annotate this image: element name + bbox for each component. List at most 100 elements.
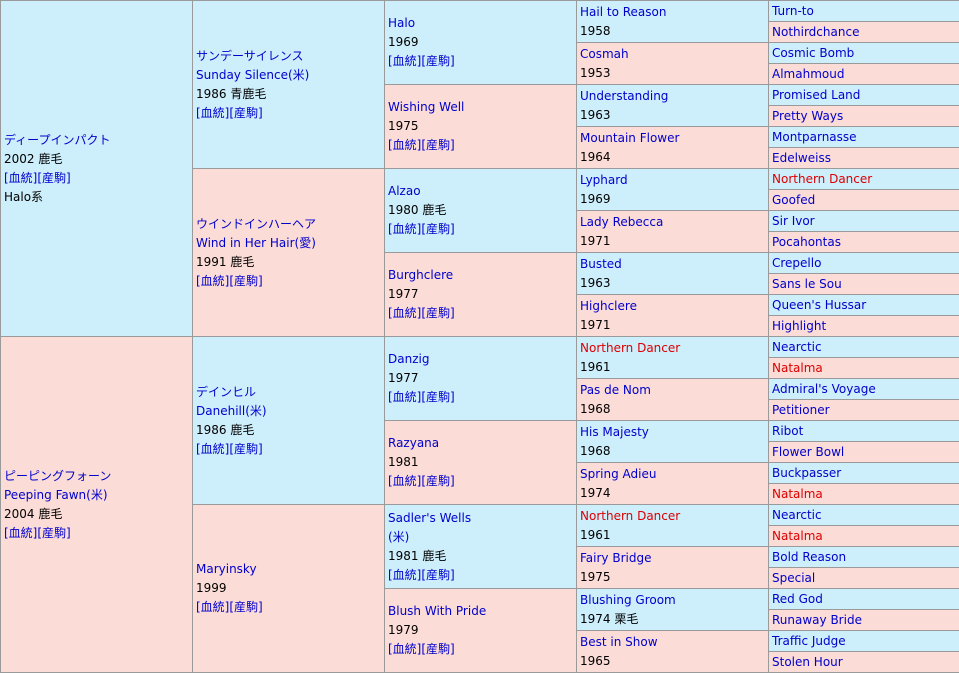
gen3-en-link[interactable]: (米) xyxy=(388,528,576,547)
gen2-name-link[interactable]: Maryinsky xyxy=(196,560,384,579)
gen5-name-link[interactable]: Sir Ivor xyxy=(772,214,815,228)
gen3-cell-212: Razyana 1981 [血統][産駒] xyxy=(384,420,577,505)
gen3-cell-112: Wishing Well 1975 [血統][産駒] xyxy=(384,84,577,169)
gen4-year: 1961 xyxy=(580,359,611,374)
gen4-cell-0: Hail to Reason 1958 xyxy=(576,0,769,43)
gen5-name-link[interactable]: Montparnasse xyxy=(772,130,857,144)
gen2-en-link[interactable]: Sunday Silence(米) xyxy=(196,66,384,85)
gen4-year: 1975 xyxy=(580,569,611,584)
gen5-name-link[interactable]: Natalma xyxy=(772,361,823,375)
dam-en-link[interactable]: Peeping Fawn(米) xyxy=(4,486,192,505)
gen3-name-link[interactable]: Blush With Pride xyxy=(388,602,576,621)
gen5-name-link[interactable]: Pocahontas xyxy=(772,235,841,249)
gen5-cell-14: Queen's Hussar xyxy=(768,294,959,316)
gen4-year: 1974 xyxy=(580,485,611,500)
gen4-name-link[interactable]: Highclere xyxy=(580,297,768,316)
gen5-name-link[interactable]: Crepello xyxy=(772,256,821,270)
gen4-cell-7: Highclere 1971 xyxy=(576,294,769,337)
gen4-name-link[interactable]: Lyphard xyxy=(580,171,768,190)
gen5-name-link[interactable]: Pretty Ways xyxy=(772,109,843,123)
gen5-name-link[interactable]: Goofed xyxy=(772,193,815,207)
gen5-name-link[interactable]: Edelweiss xyxy=(772,151,831,165)
gen5-name-link[interactable]: Runaway Bride xyxy=(772,613,862,627)
gen4-name-link[interactable]: Understanding xyxy=(580,87,768,106)
gen4-name-link[interactable]: Pas de Nom xyxy=(580,381,768,400)
gen5-name-link[interactable]: Cosmic Bomb xyxy=(772,46,854,60)
gen3-links[interactable]: [血統][産駒] xyxy=(388,52,576,71)
gen3-name-link[interactable]: Alzao xyxy=(388,182,576,201)
gen5-name-link[interactable]: Traffic Judge xyxy=(772,634,846,648)
gen5-name-link[interactable]: Flower Bowl xyxy=(772,445,844,459)
gen2-name-link[interactable]: ウインドインハーヘア xyxy=(196,215,384,234)
gen2-cell-12: ウインドインハーヘア Wind in Her Hair(愛) 1991 鹿毛 [… xyxy=(192,168,385,337)
gen5-name-link[interactable]: Red God xyxy=(772,592,823,606)
gen4-name-link[interactable]: Busted xyxy=(580,255,768,274)
gen5-name-link[interactable]: Admiral's Voyage xyxy=(772,382,876,396)
gen5-cell-29: Runaway Bride xyxy=(768,609,959,631)
sire-links[interactable]: [血統][産駒] xyxy=(4,169,192,188)
gen5-name-link[interactable]: Natalma xyxy=(772,487,823,501)
gen5-name-link[interactable]: Bold Reason xyxy=(772,550,846,564)
gen3-links[interactable]: [血統][産駒] xyxy=(388,388,576,407)
gen3-links[interactable]: [血統][産駒] xyxy=(388,566,576,585)
sire-name-link[interactable]: ディープインパクト xyxy=(4,131,192,150)
gen5-name-link[interactable]: Special xyxy=(772,571,815,585)
gen5-cell-6: Montparnasse xyxy=(768,126,959,148)
gen4-name-link[interactable]: Northern Dancer xyxy=(580,507,768,526)
gen5-name-link[interactable]: Almahmoud xyxy=(772,67,844,81)
gen4-name-link[interactable]: Best in Show xyxy=(580,633,768,652)
gen3-name-link[interactable]: Halo xyxy=(388,14,576,33)
gen3-links[interactable]: [血統][産駒] xyxy=(388,472,576,491)
gen3-name-link[interactable]: Razyana xyxy=(388,434,576,453)
gen4-name-link[interactable]: Fairy Bridge xyxy=(580,549,768,568)
gen5-name-link[interactable]: Petitioner xyxy=(772,403,830,417)
gen2-name-link[interactable]: サンデーサイレンス xyxy=(196,47,384,66)
dam-cell: ピーピングフォーン Peeping Fawn(米) 2004 鹿毛 [血統][産… xyxy=(0,336,193,673)
gen2-name-link[interactable]: デインヒル xyxy=(196,383,384,402)
gen3-year: 1981 鹿毛 xyxy=(388,548,447,563)
gen2-links[interactable]: [血統][産駒] xyxy=(196,104,384,123)
gen3-links[interactable]: [血統][産駒] xyxy=(388,136,576,155)
gen2-en-link[interactable]: Danehill(米) xyxy=(196,402,384,421)
gen3-name-link[interactable]: Danzig xyxy=(388,350,576,369)
gen5-name-link[interactable]: Nearctic xyxy=(772,340,822,354)
gen4-name-link[interactable]: Spring Adieu xyxy=(580,465,768,484)
gen3-name-link[interactable]: Sadler's Wells xyxy=(388,509,576,528)
gen5-cell-7: Edelweiss xyxy=(768,147,959,169)
gen3-cell-221: Sadler's Wells (米) 1981 鹿毛 [血統][産駒] xyxy=(384,504,577,589)
gen4-year: 1958 xyxy=(580,23,611,38)
gen5-name-link[interactable]: Buckpasser xyxy=(772,466,841,480)
gen5-name-link[interactable]: Stolen Hour xyxy=(772,655,843,669)
gen2-en-link[interactable]: Wind in Her Hair(愛) xyxy=(196,234,384,253)
gen5-name-link[interactable]: Nothirdchance xyxy=(772,25,859,39)
gen5-name-link[interactable]: Natalma xyxy=(772,529,823,543)
gen2-links[interactable]: [血統][産駒] xyxy=(196,598,384,617)
gen2-links[interactable]: [血統][産駒] xyxy=(196,272,384,291)
gen5-name-link[interactable]: Sans le Sou xyxy=(772,277,842,291)
gen4-name-link[interactable]: Lady Rebecca xyxy=(580,213,768,232)
gen4-name-link[interactable]: Hail to Reason xyxy=(580,3,768,22)
gen5-name-link[interactable]: Ribot xyxy=(772,424,803,438)
gen4-name-link[interactable]: Cosmah xyxy=(580,45,768,64)
gen5-cell-21: Flower Bowl xyxy=(768,441,959,463)
gen4-year: 1963 xyxy=(580,275,611,290)
dam-name-link[interactable]: ピーピングフォーン xyxy=(4,467,192,486)
gen3-links[interactable]: [血統][産駒] xyxy=(388,220,576,239)
gen5-name-link[interactable]: Turn-to xyxy=(772,4,814,18)
gen4-name-link[interactable]: Mountain Flower xyxy=(580,129,768,148)
gen3-links[interactable]: [血統][産駒] xyxy=(388,304,576,323)
gen4-name-link[interactable]: Northern Dancer xyxy=(580,339,768,358)
gen5-name-link[interactable]: Nearctic xyxy=(772,508,822,522)
gen3-name-link[interactable]: Wishing Well xyxy=(388,98,576,117)
gen5-name-link[interactable]: Northern Dancer xyxy=(772,172,872,186)
gen4-name-link[interactable]: His Majesty xyxy=(580,423,768,442)
gen3-name-link[interactable]: Burghclere xyxy=(388,266,576,285)
gen5-cell-31: Stolen Hour xyxy=(768,651,959,673)
dam-links[interactable]: [血統][産駒] xyxy=(4,524,192,543)
gen2-links[interactable]: [血統][産駒] xyxy=(196,440,384,459)
gen5-name-link[interactable]: Promised Land xyxy=(772,88,860,102)
gen5-name-link[interactable]: Queen's Hussar xyxy=(772,298,866,312)
gen4-name-link[interactable]: Blushing Groom xyxy=(580,591,768,610)
gen3-links[interactable]: [血統][産駒] xyxy=(388,640,576,659)
gen5-name-link[interactable]: Highlight xyxy=(772,319,826,333)
